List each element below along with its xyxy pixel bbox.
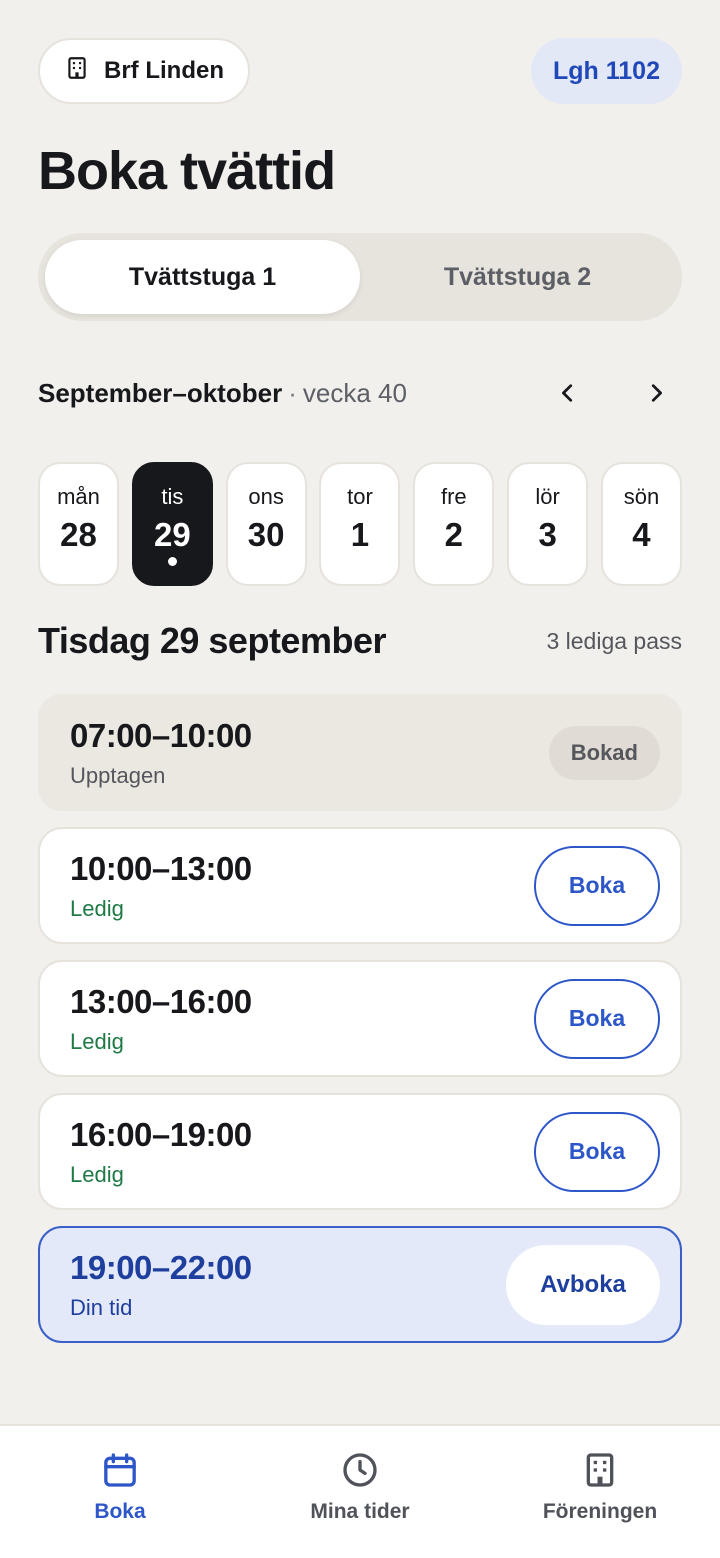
time-slot: 16:00–19:00 Ledig Boka xyxy=(38,1093,682,1210)
time-slot: 10:00–13:00 Ledig Boka xyxy=(38,827,682,944)
slot-status: Upptagen xyxy=(70,762,166,788)
time-slot: 07:00–10:00 Upptagen Bokad xyxy=(38,694,682,811)
clock-icon xyxy=(343,1453,377,1487)
book-button[interactable]: Boka xyxy=(534,845,660,926)
previous-week-button[interactable] xyxy=(542,370,594,416)
calendar-icon xyxy=(104,1453,136,1487)
slot-time: 07:00–10:00 xyxy=(70,716,252,754)
day-name: tor xyxy=(347,484,373,509)
day-tuesday[interactable]: tis 29 xyxy=(131,462,213,586)
nav-item-association[interactable]: Föreningen xyxy=(480,1426,720,1558)
nav-label: Mina tider xyxy=(310,1500,410,1523)
week-number: vecka 40 xyxy=(302,377,407,408)
week-header: September–oktober · vecka 40 xyxy=(38,370,682,416)
time-slot: 13:00–16:00 Ledig Boka xyxy=(38,960,682,1077)
building-icon xyxy=(586,1453,614,1487)
next-week-button[interactable] xyxy=(630,370,682,416)
nav-label: Föreningen xyxy=(542,1500,658,1523)
day-name: fre xyxy=(440,484,467,509)
room-selector: Tvättstuga 1 Tvättstuga 2 xyxy=(38,233,682,321)
tab-laundry-room-1[interactable]: Tvättstuga 1 xyxy=(45,240,360,314)
day-monday[interactable]: mån 28 xyxy=(38,462,119,586)
day-name: mån xyxy=(57,484,100,509)
nav-item-my-times[interactable]: Mina tider xyxy=(240,1426,480,1558)
free-slot-count: 3 lediga pass xyxy=(546,627,682,654)
top-bar: Brf Linden Lgh 1102 xyxy=(38,38,682,104)
day-date: 29 xyxy=(153,516,191,553)
nav-label: Boka xyxy=(94,1500,146,1523)
slot-time: 13:00–16:00 xyxy=(70,982,252,1020)
building-icon xyxy=(64,55,90,88)
cancel-booking-button[interactable]: Avboka xyxy=(506,1244,660,1325)
day-date: 30 xyxy=(247,516,285,553)
association-name: Brf Linden xyxy=(104,57,224,84)
day-name: sön xyxy=(623,484,660,509)
slot-status: Ledig xyxy=(70,1161,124,1187)
slot-status: Ledig xyxy=(70,1028,124,1054)
day-friday[interactable]: fre 2 xyxy=(413,462,495,586)
separator: · xyxy=(288,377,297,408)
slot-time: 16:00–19:00 xyxy=(70,1115,252,1153)
nav-item-book[interactable]: Boka xyxy=(0,1426,240,1558)
day-date: 28 xyxy=(60,516,97,553)
day-date: 2 xyxy=(444,516,463,553)
page-title: Boka tvättid xyxy=(38,141,336,201)
slot-time: 19:00–22:00 xyxy=(70,1248,252,1286)
day-date: 3 xyxy=(538,516,557,553)
tab-laundry-room-2[interactable]: Tvättstuga 2 xyxy=(360,240,675,314)
day-name: ons xyxy=(248,484,284,509)
book-button[interactable]: Boka xyxy=(534,978,660,1059)
apartment-badge[interactable]: Lgh 1102 xyxy=(531,38,682,104)
month-range: September–oktober xyxy=(38,377,283,408)
day-date: 4 xyxy=(632,516,651,553)
booking-indicator-dot xyxy=(167,557,177,566)
booked-badge: Bokad xyxy=(548,725,660,780)
book-button[interactable]: Boka xyxy=(534,1111,660,1192)
day-picker: mån 28 tis 29 ons 30 tor 1 fre 2 lör 3 s… xyxy=(38,462,682,586)
day-date: 1 xyxy=(350,516,370,553)
day-name: tis xyxy=(161,484,184,509)
association-selector[interactable]: Brf Linden xyxy=(38,38,250,104)
chevron-right-icon xyxy=(651,384,662,402)
chevron-left-icon xyxy=(562,384,573,402)
slot-status: Ledig xyxy=(70,895,124,921)
day-saturday[interactable]: lör 3 xyxy=(507,462,589,586)
day-wednesday[interactable]: ons 30 xyxy=(225,462,307,586)
slot-time: 10:00–13:00 xyxy=(70,849,252,887)
selected-day-header: Tisdag 29 september 3 lediga pass xyxy=(38,618,682,664)
time-slot-mine: 19:00–22:00 Din tid Avboka xyxy=(38,1226,682,1343)
slot-status: Din tid xyxy=(70,1294,133,1320)
day-name: lör xyxy=(535,484,560,509)
day-sunday[interactable]: sön 4 xyxy=(600,462,682,586)
selected-day-title: Tisdag 29 september xyxy=(38,620,387,661)
bottom-navigation: Boka Mina tider Föreningen xyxy=(0,1424,720,1558)
day-thursday[interactable]: tor 1 xyxy=(319,462,401,586)
